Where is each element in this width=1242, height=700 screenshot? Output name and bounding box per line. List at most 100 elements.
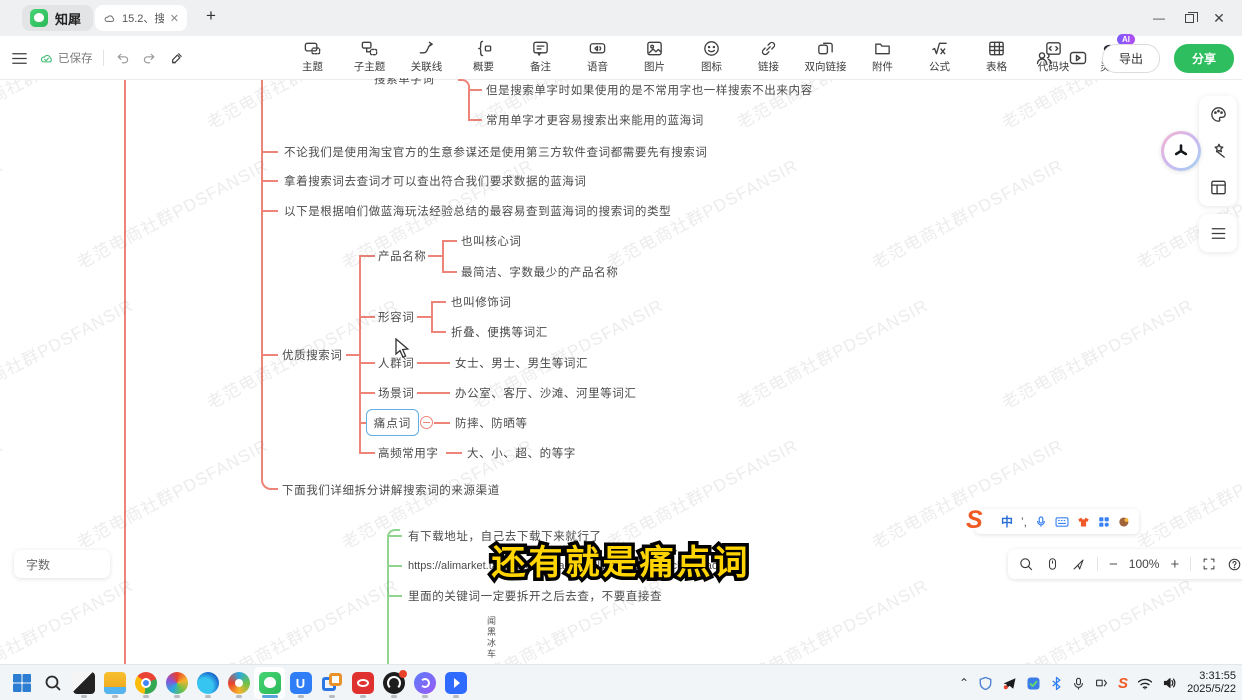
zoom-out-button[interactable]: − — [1109, 556, 1118, 573]
taskbar-app-blue-circle[interactable] — [409, 667, 440, 699]
magic-wand-icon[interactable] — [1199, 133, 1237, 169]
mindmap-node[interactable]: 以下是根据咱们做蓝海玩法经验总结的最容易查到蓝海词的搜索词的类型 — [284, 203, 671, 219]
tray-sogou-icon[interactable]: S — [1118, 675, 1128, 692]
taskbar-snip-app[interactable] — [68, 667, 99, 699]
mindmap-node[interactable]: 里面的关键词一定要拆开之后去查，不要直接查 — [408, 588, 662, 604]
zoom-in-button[interactable]: + — [1170, 556, 1179, 573]
mindmap-node-selected[interactable]: 痛点词 — [366, 409, 419, 436]
tab-close-icon[interactable]: ✕ — [170, 12, 179, 25]
mindmap-node[interactable]: 产品名称 — [378, 248, 426, 264]
toolbar-topic[interactable]: 主题 — [292, 39, 333, 74]
ime-emoji-icon[interactable] — [1118, 516, 1131, 528]
mindmap-node[interactable]: 不论我们是使用淘宝官方的生意参谋还是使用第三方软件查词都需要先有搜索词 — [284, 144, 708, 160]
toolbar-summary[interactable]: 概要 — [463, 39, 504, 74]
toolbar-bidirectional-link[interactable]: 双向链接 — [805, 39, 846, 74]
taskbar-edge[interactable] — [192, 667, 223, 699]
tray-bluetooth-icon[interactable] — [1050, 676, 1063, 691]
redo-icon[interactable] — [141, 50, 158, 67]
taskbar-search-button[interactable] — [37, 667, 68, 699]
zhixi-float-button[interactable] — [1161, 131, 1201, 171]
layout-icon[interactable] — [1199, 170, 1237, 206]
toolbar-link[interactable]: 链接 — [748, 39, 789, 74]
mindmap-node[interactable]: 也叫核心词 — [461, 233, 522, 249]
tray-volume-icon[interactable] — [1162, 676, 1178, 690]
sogou-logo-icon[interactable]: S — [966, 506, 983, 535]
present-icon[interactable] — [1068, 48, 1088, 68]
ime-punctuation-icon[interactable]: ’, — [1021, 516, 1027, 528]
format-brush-icon[interactable] — [168, 50, 185, 67]
toolbar-image[interactable]: 图片 — [634, 39, 675, 74]
palette-icon[interactable] — [1199, 96, 1237, 132]
taskbar-file-explorer[interactable] — [99, 667, 130, 699]
mindmap-node[interactable]: 拿着搜索词去查词才可以查出符合我们要求数据的蓝海词 — [284, 173, 587, 189]
toolbar-voice[interactable]: 语音 — [577, 39, 618, 74]
toolbar-subtopic[interactable]: 子主题 — [349, 39, 390, 74]
fullscreen-icon[interactable] — [1202, 557, 1216, 571]
taskbar-start-button[interactable] — [6, 667, 37, 699]
tray-telegram-icon[interactable] — [1002, 676, 1017, 691]
clipped-node[interactable]: 搜索单字词 — [374, 78, 460, 86]
tray-clock[interactable]: 3:31:55 2025/5/22 — [1187, 670, 1236, 696]
mindmap-node[interactable]: 高频常用字 — [378, 445, 439, 461]
mindmap-node[interactable]: 场景词 — [378, 385, 414, 401]
ime-skin-icon[interactable] — [1077, 516, 1090, 528]
mindmap-node[interactable]: 下面我们详细拆分讲解搜索词的来源渠道 — [282, 482, 500, 498]
mindmap-node[interactable]: 优质搜索词 — [282, 347, 343, 363]
toolbar-table[interactable]: 表格 — [976, 39, 1017, 74]
taskbar-app-t-blue[interactable] — [440, 667, 471, 699]
close-button[interactable]: ✕ — [1204, 3, 1234, 33]
mindmap-node[interactable]: 大、小、超、的等字 — [467, 445, 576, 461]
tray-shield-icon[interactable] — [978, 676, 993, 691]
tray-chevron-icon[interactable]: ⌃ — [959, 676, 969, 690]
toolbar-formula[interactable]: 公式 — [919, 39, 960, 74]
ime-mic-icon[interactable] — [1035, 515, 1047, 528]
export-button[interactable]: 导出 — [1102, 44, 1160, 73]
search-icon[interactable] — [1018, 556, 1034, 572]
tray-mic-icon[interactable] — [1072, 676, 1085, 691]
toolbar-sticker[interactable]: 图标 — [691, 39, 732, 74]
outline-icon[interactable] — [1199, 215, 1237, 251]
mindmap-node[interactable]: 最简洁、字数最少的产品名称 — [461, 264, 618, 280]
help-icon[interactable] — [1227, 557, 1242, 572]
collaborate-icon[interactable] — [1034, 48, 1054, 68]
mindmap-node[interactable]: 但是搜索单字时如果使用的是不常用字也一样搜索不出来内容 — [486, 82, 813, 98]
mindmap-node-url[interactable]: https://alimarket.taobao.com/markets/ali… — [408, 560, 718, 572]
mindmap-node[interactable]: 防摔、防晒等 — [455, 415, 528, 431]
mindmap-node[interactable]: 也叫修饰词 — [451, 294, 512, 310]
toolbar-relation-line[interactable]: 关联线 — [406, 39, 447, 74]
tray-update-check-icon[interactable] — [1026, 676, 1041, 691]
document-tab[interactable]: 15.2、搜索... ✕ — [95, 5, 187, 31]
restore-button[interactable] — [1174, 3, 1204, 33]
taskbar-zhixi-active[interactable] — [254, 667, 285, 699]
taskbar-app-copy-squares[interactable] — [316, 667, 347, 699]
share-button[interactable]: 分享 — [1174, 44, 1234, 73]
toolbar-note[interactable]: 备注 — [520, 39, 561, 74]
taskbar-obs[interactable] — [378, 667, 409, 699]
taskbar-browser-360[interactable] — [223, 667, 254, 699]
minimize-button[interactable]: — — [1144, 3, 1174, 33]
taskbar-browser-colorwheel[interactable] — [161, 667, 192, 699]
mindmap-node[interactable]: 女士、男士、男生等词汇 — [455, 355, 588, 371]
mindmap-node[interactable]: 有下载地址，自己去下载下来就行了 — [408, 528, 602, 544]
undo-icon[interactable] — [114, 50, 131, 67]
mindmap-node[interactable]: 常用单字才更容易搜索出来能用的蓝海词 — [486, 112, 704, 128]
ime-mode-chinese[interactable]: 中 — [1001, 516, 1013, 528]
mouse-icon[interactable] — [1045, 556, 1060, 572]
taskbar-chrome[interactable] — [130, 667, 161, 699]
mindmap-node-partial[interactable]: 闻 黑 冰 车 — [487, 616, 497, 660]
mindmap-node[interactable]: 办公室、客厅、沙滩、河里等词汇 — [455, 385, 637, 401]
mindmap-node[interactable]: 形容词 — [378, 309, 414, 325]
collapse-toggle[interactable] — [420, 416, 433, 429]
mindmap-node[interactable]: 折叠、便携等词汇 — [451, 324, 548, 340]
tray-wifi-icon[interactable] — [1137, 677, 1153, 690]
app-home-button[interactable]: 知犀 — [22, 5, 93, 31]
toolbar-attachment[interactable]: 附件 — [862, 39, 903, 74]
taskbar-app-u[interactable]: U — [285, 667, 316, 699]
menu-icon[interactable] — [10, 49, 29, 68]
new-tab-button[interactable]: + — [200, 6, 222, 26]
ime-keyboard-icon[interactable] — [1055, 516, 1069, 528]
locate-icon[interactable] — [1071, 557, 1086, 572]
ime-toolbar[interactable]: S 中 ’, — [975, 509, 1139, 534]
ime-toolbox-icon[interactable] — [1098, 516, 1110, 528]
taskbar-app-red-record[interactable] — [347, 667, 378, 699]
